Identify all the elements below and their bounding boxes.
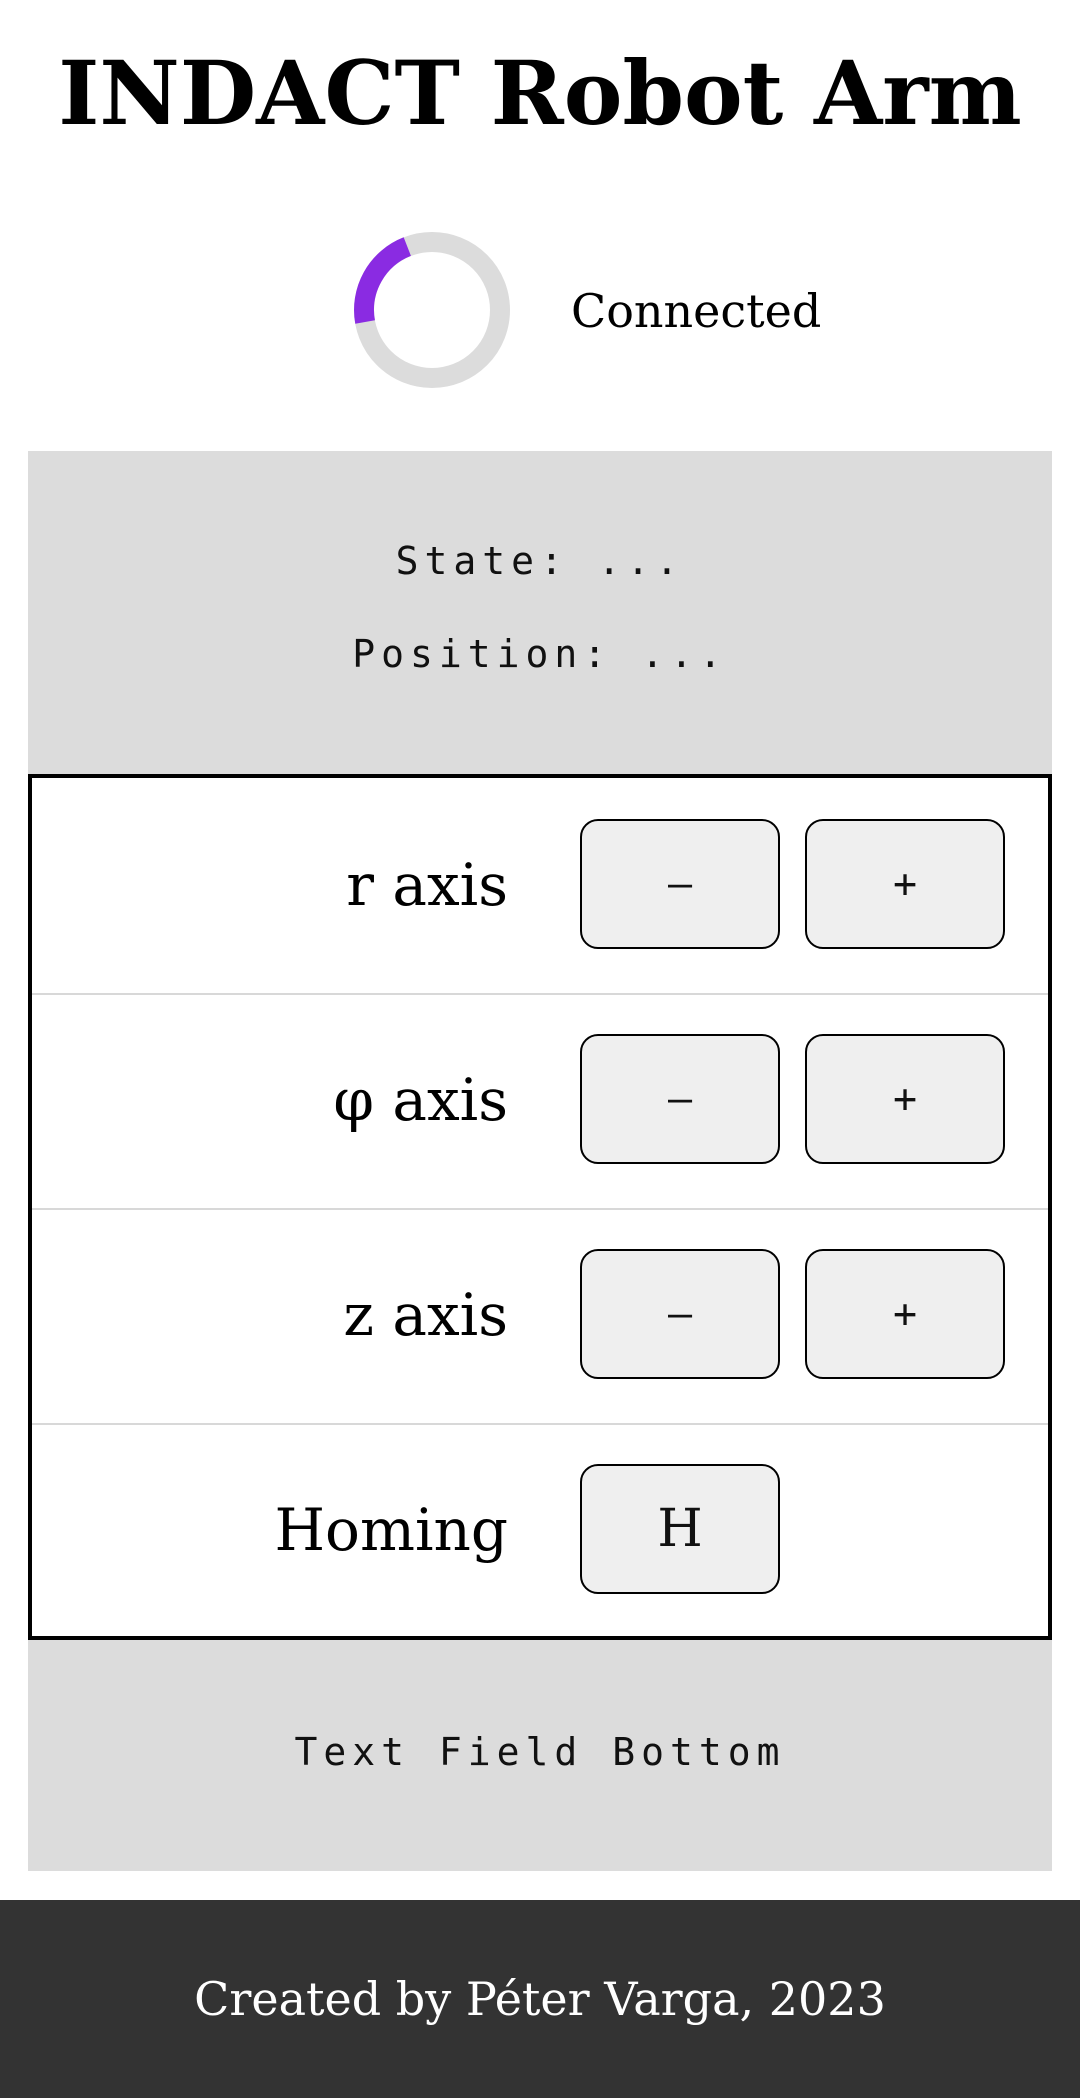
footer: Created by Péter Varga, 2023 (0, 1900, 1080, 2098)
footer-credit: Created by Péter Varga, 2023 (194, 1972, 886, 2026)
homing-button[interactable]: H (580, 1464, 780, 1594)
homing-row: Homing H (32, 1423, 1048, 1638)
page-title: INDACT Robot Arm (58, 41, 1022, 145)
state-readout: State: ... (395, 539, 685, 583)
phi-axis-label: φ axis (333, 1066, 508, 1134)
z-axis-label: z axis (343, 1281, 508, 1349)
phi-axis-minus-button[interactable]: – (580, 1034, 780, 1164)
r-axis-minus-button[interactable]: – (580, 819, 780, 949)
bottom-text-panel: Text Field Bottom (28, 1640, 1052, 1871)
connection-status-text: Connected (571, 284, 822, 338)
axis-controls-panel: r axis – + φ axis – + z axis – + Homing … (28, 774, 1052, 1640)
connection-status: Connected (0, 230, 1080, 396)
r-axis-row: r axis – + (32, 778, 1048, 995)
phi-axis-plus-button[interactable]: + (805, 1034, 1005, 1164)
loading-spinner-icon (354, 232, 510, 388)
position-readout: Position: ... (352, 632, 728, 676)
homing-label: Homing (274, 1496, 508, 1564)
r-axis-plus-button[interactable]: + (805, 819, 1005, 949)
r-axis-label: r axis (346, 851, 508, 919)
z-axis-minus-button[interactable]: – (580, 1249, 780, 1379)
info-panel: State: ... Position: ... (28, 451, 1052, 775)
z-axis-row: z axis – + (32, 1208, 1048, 1425)
z-axis-plus-button[interactable]: + (805, 1249, 1005, 1379)
bottom-text-field: Text Field Bottom (294, 1730, 786, 1774)
phi-axis-row: φ axis – + (32, 993, 1048, 1210)
